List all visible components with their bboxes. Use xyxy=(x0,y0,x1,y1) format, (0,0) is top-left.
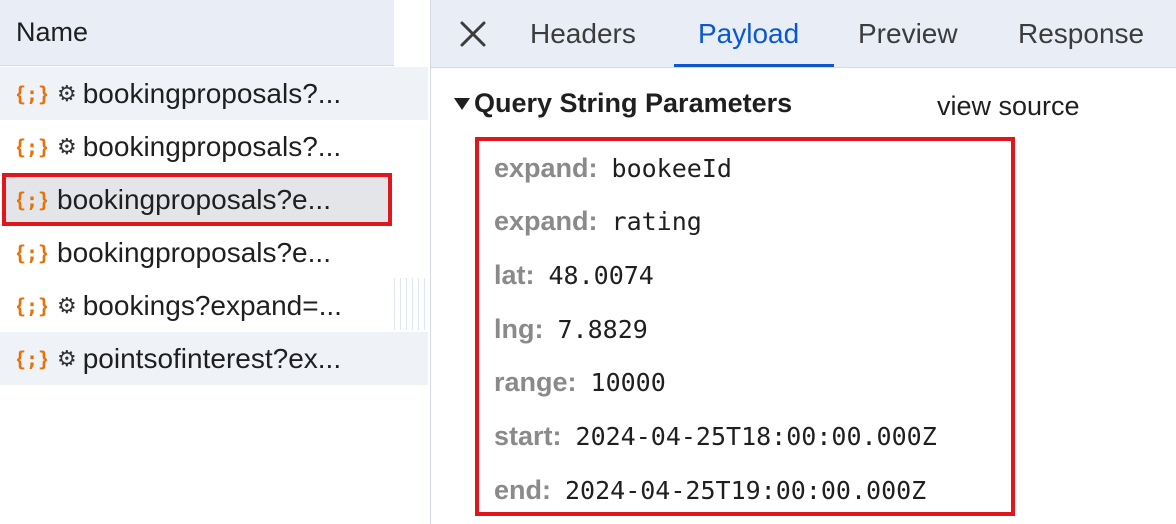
details-tab-bar: Headers Payload Preview Response xyxy=(431,0,1176,68)
gear-icon: ⚙ xyxy=(57,292,77,318)
section-title: Query String Parameters xyxy=(474,88,793,118)
query-string-section-toggle[interactable]: Query String Parameters xyxy=(454,88,792,119)
json-braces-icon: {;} xyxy=(17,347,47,371)
tab-response[interactable]: Response xyxy=(1018,0,1144,68)
request-row-selected[interactable]: {;} bookingproposals?e... xyxy=(2,173,392,226)
gear-icon: ⚙ xyxy=(57,133,77,159)
query-params-list: expand: bookeeId expand: rating lat: 48.… xyxy=(475,137,1015,516)
param-value: 2024-04-25T18:00:00.000Z xyxy=(575,422,937,451)
param-row: expand: rating xyxy=(494,206,702,237)
param-row: lat: 48.0074 xyxy=(494,260,654,291)
request-name: bookingproposals?... xyxy=(82,77,342,109)
request-row[interactable]: {;} ⚙ bookings?expand=... xyxy=(0,279,394,332)
pane-divider[interactable] xyxy=(430,0,431,524)
request-name: bookingproposals?e... xyxy=(57,236,331,268)
name-column-label: Name xyxy=(16,17,89,47)
tab-payload[interactable]: Payload xyxy=(698,0,799,68)
request-row[interactable]: {;} ⚙ bookingproposals?... xyxy=(0,67,394,120)
request-name: bookings?expand=... xyxy=(82,289,342,321)
svg-text:{;}: {;} xyxy=(17,188,47,212)
svg-text:{;}: {;} xyxy=(17,135,47,159)
request-row[interactable]: {;} ⚙ bookingproposals?... xyxy=(0,120,394,173)
svg-text:{;}: {;} xyxy=(17,347,47,371)
tab-preview[interactable]: Preview xyxy=(858,0,958,68)
close-icon xyxy=(460,21,486,47)
row-shade-extension xyxy=(394,67,428,120)
row-shade-extension xyxy=(394,332,428,385)
gear-icon: ⚙ xyxy=(57,345,77,371)
close-details-button[interactable] xyxy=(459,20,487,48)
param-row: end: 2024-04-25T19:00:00.000Z xyxy=(494,475,926,506)
view-source-link[interactable]: view source xyxy=(937,91,1080,122)
param-row: range: 10000 xyxy=(494,367,666,398)
param-row: start: 2024-04-25T18:00:00.000Z xyxy=(494,421,937,452)
json-braces-icon: {;} xyxy=(17,294,47,318)
name-column-header[interactable]: Name xyxy=(0,0,394,66)
param-value: 10000 xyxy=(590,368,666,397)
param-value: rating xyxy=(611,207,702,236)
param-row: lng: 7.8829 xyxy=(494,314,648,345)
tab-headers[interactable]: Headers xyxy=(530,0,636,68)
param-key: range: xyxy=(494,367,577,397)
column-resize-handle[interactable] xyxy=(394,278,428,330)
request-list: {;} ⚙ bookingproposals?... {;} ⚙ booking… xyxy=(0,67,394,385)
svg-text:{;}: {;} xyxy=(17,82,47,106)
request-name: bookingproposals?... xyxy=(82,130,342,162)
param-key: end: xyxy=(494,475,551,505)
param-value: 2024-04-25T19:00:00.000Z xyxy=(565,476,927,505)
active-tab-indicator xyxy=(674,64,834,67)
json-braces-icon: {;} xyxy=(17,82,47,106)
param-key: lng: xyxy=(494,314,544,344)
param-key: expand: xyxy=(494,153,598,183)
svg-text:{;}: {;} xyxy=(17,294,47,318)
json-braces-icon: {;} xyxy=(17,135,47,159)
param-row: expand: bookeeId xyxy=(494,153,732,184)
param-key: start: xyxy=(494,421,562,451)
request-row[interactable]: {;} ⚙ pointsofinterest?ex... xyxy=(0,332,394,385)
param-key: lat: xyxy=(494,260,535,290)
param-key: expand: xyxy=(494,206,598,236)
param-value: 7.8829 xyxy=(557,315,648,344)
request-name: pointsofinterest?ex... xyxy=(82,342,342,374)
param-value: 48.0074 xyxy=(548,261,654,290)
expand-triangle-icon xyxy=(454,97,470,110)
svg-text:{;}: {;} xyxy=(17,241,47,265)
param-value: bookeeId xyxy=(611,154,732,183)
request-list-pane: Name {;} ⚙ bookingproposals?... {;} ⚙ bo… xyxy=(0,0,394,524)
json-braces-icon: {;} xyxy=(17,188,47,212)
gear-icon: ⚙ xyxy=(57,80,77,106)
request-name: bookingproposals?e... xyxy=(57,183,331,215)
request-row[interactable]: {;} bookingproposals?e... xyxy=(0,226,394,279)
json-braces-icon: {;} xyxy=(17,241,47,265)
